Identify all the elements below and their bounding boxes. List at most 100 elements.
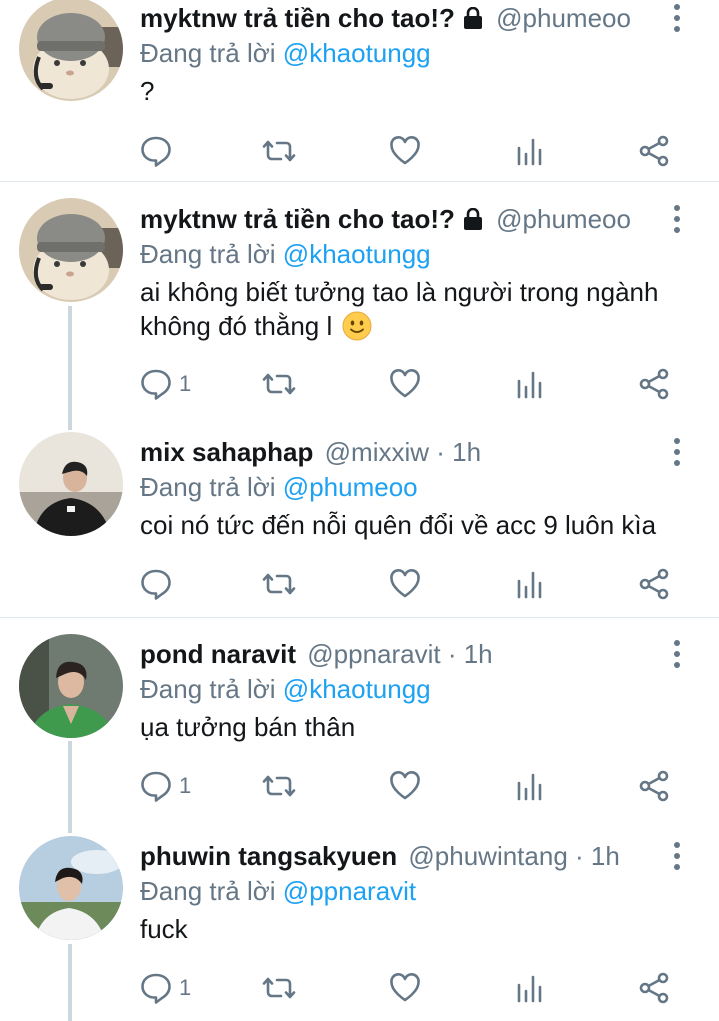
cat-beanie-avatar-icon [19, 198, 123, 302]
display-name[interactable]: pond naravit [140, 639, 296, 669]
like-button[interactable] [388, 968, 422, 1008]
reply-to-line: Đang trả lời @khaotungg [140, 237, 431, 271]
more-options-icon[interactable] [666, 203, 688, 235]
analytics-button[interactable] [513, 564, 547, 604]
heart-icon [390, 136, 420, 165]
like-button[interactable] [388, 766, 422, 806]
display-name[interactable]: mix sahaphap [140, 437, 313, 467]
reply-prefix: Đang trả lời [140, 876, 276, 906]
analytics-icon [517, 773, 542, 801]
tweet[interactable]: myktnw trả tiền cho tao!? @phumeoo Đang … [0, 198, 719, 437]
retweet-icon [262, 373, 296, 395]
reply-to-user-link[interactable]: @khaotungg [283, 674, 431, 704]
analytics-icon [517, 371, 542, 399]
avatar[interactable] [19, 0, 123, 101]
tweet-text: ai không biết tưởng tao là người trong n… [140, 275, 700, 343]
share-button[interactable] [637, 968, 671, 1008]
avatar[interactable] [19, 198, 123, 302]
tweet-header: pond naravit @ppnaravit · 1h [140, 636, 660, 672]
avatar[interactable] [19, 432, 123, 536]
slightly-smiling-face-icon [342, 311, 372, 341]
reply-icon [141, 369, 171, 400]
reply-button[interactable] [139, 564, 173, 604]
share-button[interactable] [637, 564, 671, 604]
heart-icon [390, 771, 420, 800]
reply-button[interactable]: 1 [139, 364, 191, 404]
timestamp[interactable]: · 1h [575, 841, 620, 871]
heart-icon [390, 569, 420, 598]
reply-icon [141, 136, 171, 167]
tweet[interactable]: mix sahaphap @mixxiw · 1h Đang trả lời @… [0, 432, 719, 617]
share-button[interactable] [637, 364, 671, 404]
share-button[interactable] [637, 766, 671, 806]
analytics-button[interactable] [513, 968, 547, 1008]
reply-prefix: Đang trả lời [140, 38, 276, 68]
user-handle[interactable]: @phumeoo [496, 204, 631, 234]
analytics-button[interactable] [513, 766, 547, 806]
tweet-header: myktnw trả tiền cho tao!? @phumeoo [140, 0, 660, 36]
reply-button[interactable] [139, 131, 173, 171]
action-bar: 1 [0, 766, 719, 806]
tweet[interactable]: phuwin tangsakyuen @phuwintang · 1h Đang… [0, 836, 719, 1021]
retweet-button[interactable] [262, 364, 296, 404]
retweet-button[interactable] [262, 766, 296, 806]
tweet-header: myktnw trả tiền cho tao!? @phumeoo [140, 201, 660, 237]
retweet-icon [262, 140, 296, 162]
action-bar [0, 131, 719, 171]
avatar[interactable] [19, 634, 123, 738]
like-button[interactable] [388, 564, 422, 604]
user-handle[interactable]: @mixxiw [325, 437, 429, 467]
retweet-icon [262, 573, 296, 595]
reply-button[interactable]: 1 [139, 766, 191, 806]
timestamp[interactable]: · 1h [448, 639, 493, 669]
tweet-text: fuck [140, 914, 188, 944]
timestamp[interactable]: · 1h [436, 437, 481, 467]
retweet-icon [262, 775, 296, 797]
tweet-divider [0, 617, 719, 618]
display-name[interactable]: phuwin tangsakyuen [140, 841, 397, 871]
heart-icon [390, 369, 420, 398]
analytics-button[interactable] [513, 364, 547, 404]
action-bar [0, 564, 719, 604]
more-options-icon[interactable] [666, 2, 688, 34]
user-handle[interactable]: @phuwintang [408, 841, 567, 871]
reply-prefix: Đang trả lời [140, 674, 276, 704]
tweet-text-content: ai không biết tưởng tao là người trong n… [140, 277, 659, 341]
display-name[interactable]: myktnw trả tiền cho tao!? [140, 3, 455, 33]
more-options-icon[interactable] [666, 638, 688, 670]
reply-prefix: Đang trả lời [140, 472, 276, 502]
reply-to-user-link[interactable]: @khaotungg [283, 38, 431, 68]
reply-button[interactable]: 1 [139, 968, 191, 1008]
reply-to-user-link[interactable]: @ppnaravit [283, 876, 416, 906]
reply-to-line: Đang trả lời @ppnaravit [140, 874, 416, 908]
reply-to-line: Đang trả lời @phumeoo [140, 470, 418, 504]
analytics-button[interactable] [513, 131, 547, 171]
reply-icon [141, 771, 171, 802]
tweet-text: ? [140, 76, 155, 106]
like-button[interactable] [388, 364, 422, 404]
reply-prefix: Đang trả lời [140, 239, 276, 269]
user-handle[interactable]: @phumeoo [496, 3, 631, 33]
user-handle[interactable]: @ppnaravit [307, 639, 440, 669]
like-button[interactable] [388, 131, 422, 171]
reply-icon [141, 973, 171, 1004]
retweet-button[interactable] [262, 968, 296, 1008]
reply-icon [141, 569, 171, 600]
display-name[interactable]: myktnw trả tiền cho tao!? [140, 204, 455, 234]
reply-count: 1 [179, 975, 192, 1000]
more-options-icon[interactable] [666, 840, 688, 872]
reply-to-line: Đang trả lời @khaotungg [140, 36, 431, 70]
reply-to-user-link[interactable]: @phumeoo [283, 472, 418, 502]
share-button[interactable] [637, 131, 671, 171]
retweet-button[interactable] [262, 564, 296, 604]
share-icon [639, 568, 669, 600]
avatar[interactable] [19, 836, 123, 940]
retweet-button[interactable] [262, 131, 296, 171]
more-options-icon[interactable] [666, 436, 688, 468]
tweet-text: coi nó tức đến nỗi quên đổi về acc 9 luô… [140, 510, 657, 540]
tweet[interactable]: myktnw trả tiền cho tao!? @phumeoo Đang … [0, 0, 719, 181]
cat-beanie-avatar-icon [19, 0, 123, 101]
reply-to-user-link[interactable]: @khaotungg [283, 239, 431, 269]
analytics-icon [517, 571, 542, 599]
tweet[interactable]: pond naravit @ppnaravit · 1h Đang trả lờ… [0, 634, 719, 836]
